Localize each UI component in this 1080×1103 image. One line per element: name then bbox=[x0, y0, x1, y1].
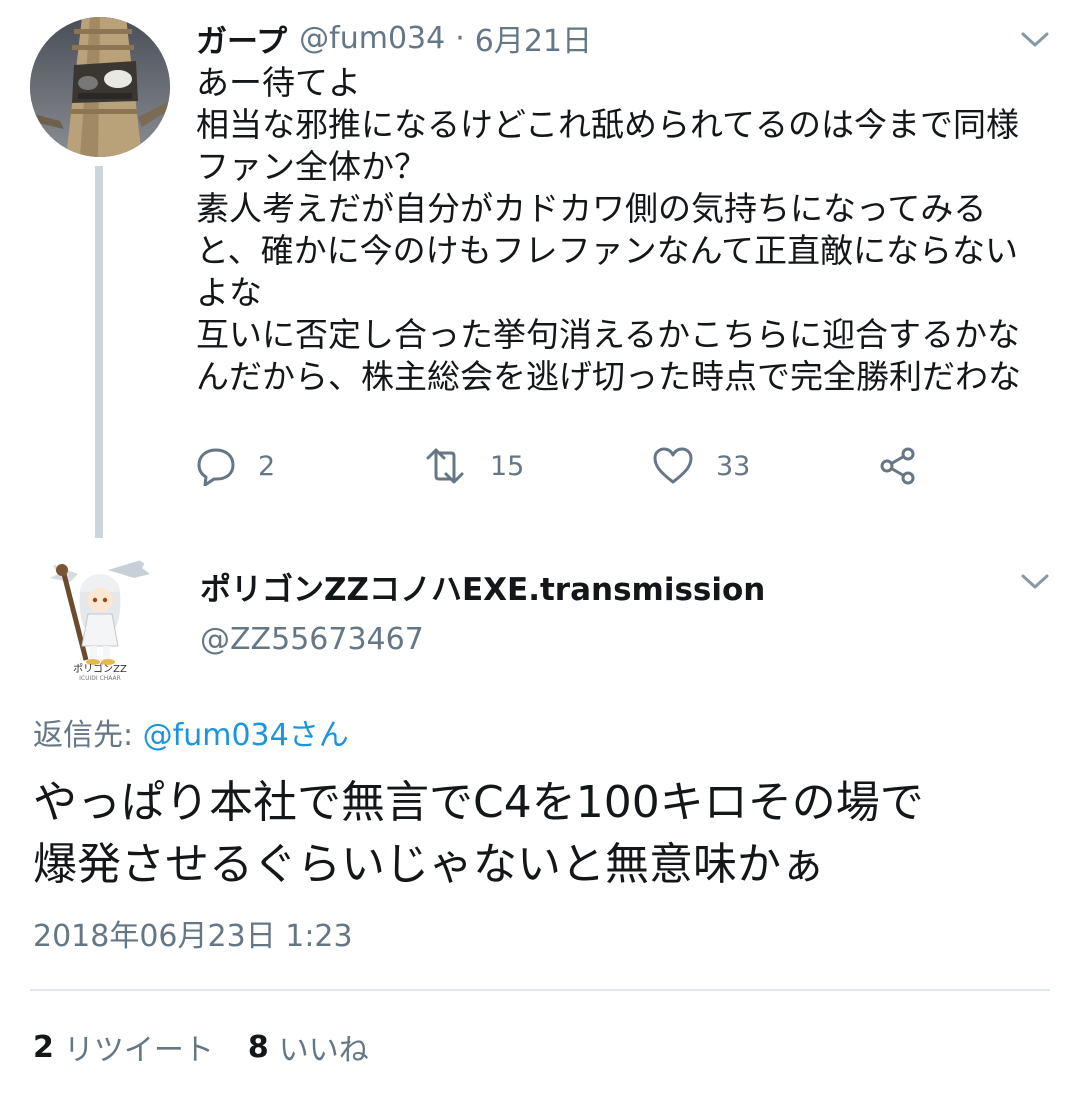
tweet-text-line: ファン全体か？ bbox=[196, 147, 427, 186]
likes-count: 8 bbox=[247, 1029, 269, 1065]
chevron-down-icon[interactable] bbox=[1020, 30, 1050, 50]
reply-count: 2 bbox=[258, 450, 276, 482]
reply-button[interactable]: 2 bbox=[196, 442, 275, 490]
tweet-text-line: 素人考えだが自分がカドカワ側の気持ちになってみる bbox=[196, 189, 987, 228]
avatar-image bbox=[30, 17, 170, 157]
avatar-caption: ポリゴンZZ bbox=[73, 664, 127, 675]
user-handle[interactable]: @ZZ55673467 bbox=[200, 618, 424, 662]
retweet-button[interactable]: 15 bbox=[422, 442, 524, 490]
tweet-text-line: 爆発させるぐらいじゃないと無意味かぁ bbox=[33, 839, 825, 890]
like-button[interactable]: 33 bbox=[652, 442, 750, 490]
display-name[interactable]: ポリゴンZZコノハEXE.transmission bbox=[200, 568, 765, 612]
reply-to-mention[interactable]: @fum034さん bbox=[143, 718, 349, 753]
tweet-text-line: んだから、株主総会を逃げ切った時点で完全勝利だわな bbox=[196, 357, 1021, 396]
divider bbox=[30, 989, 1050, 991]
retweets-count: 2 bbox=[33, 1029, 54, 1065]
tweet-timestamp[interactable]: 2018年06月23日 1:23 bbox=[33, 915, 353, 959]
tweet-text: あー待てよ 相当な邪推になるけどこれ舐められてるのは今まで同様 ファン全体か？ … bbox=[196, 62, 1066, 398]
tweet-text-line: やっぱり本社で無言でC4を100キロその場で bbox=[33, 777, 924, 828]
display-name[interactable]: ガープ bbox=[196, 16, 287, 61]
retweets-label: リツイート bbox=[63, 1033, 214, 1068]
tweet-text-line: 相当な邪推になるけどこれ舐められてるのは今まで同様 bbox=[196, 105, 1020, 144]
share-button[interactable] bbox=[878, 442, 918, 490]
reply-context: 返信先: @fum034さん bbox=[33, 714, 349, 758]
reply-to-label: 返信先: bbox=[33, 718, 134, 753]
chevron-down-icon[interactable] bbox=[1020, 572, 1050, 592]
tweet-text-line: と、確かに今のけもフレファンなんて正直敵にならない bbox=[196, 231, 1019, 270]
tweet-text-line: 互いに否定し合った挙句消えるかこちらに迎合するかな bbox=[196, 315, 1021, 354]
avatar[interactable]: ポリゴンZZ ICUIDI CHAAR bbox=[30, 548, 170, 688]
parent-tweet: ガープ @fum034 · 6月21日 あー待てよ 相当な邪推になるけどこれ舐め… bbox=[0, 0, 1080, 540]
heart-icon bbox=[652, 446, 694, 486]
tweet-text-line: あー待てよ bbox=[196, 63, 361, 102]
likes-stat[interactable]: 8 いいね bbox=[248, 1025, 369, 1069]
retweet-arrows-icon bbox=[422, 446, 468, 486]
avatar[interactable] bbox=[30, 17, 170, 157]
tweet-stats: 2 リツイート 8 いいね bbox=[33, 1025, 369, 1069]
header-separator: · bbox=[455, 20, 465, 56]
tweet-header: ガープ @fum034 · 6月21日 bbox=[196, 14, 592, 62]
share-nodes-icon bbox=[878, 446, 918, 486]
retweet-count: 15 bbox=[490, 450, 525, 482]
speech-bubble-icon bbox=[196, 446, 236, 486]
user-handle[interactable]: @fum034 bbox=[299, 21, 445, 56]
tweet-actions: 2 15 33 bbox=[196, 442, 1066, 490]
like-count: 33 bbox=[716, 450, 751, 482]
retweets-stat[interactable]: 2 リツイート bbox=[33, 1025, 214, 1069]
avatar-subcaption: ICUIDI CHAAR bbox=[79, 675, 121, 682]
tweet-date[interactable]: 6月21日 bbox=[475, 16, 592, 60]
thread-connector bbox=[95, 166, 103, 538]
tweet-text: やっぱり本社で無言でC4を100キロその場で 爆発させるぐらいじゃないと無意味か… bbox=[33, 772, 1053, 896]
tweet-text-line: よな bbox=[196, 273, 262, 312]
likes-label: いいね bbox=[278, 1033, 369, 1068]
